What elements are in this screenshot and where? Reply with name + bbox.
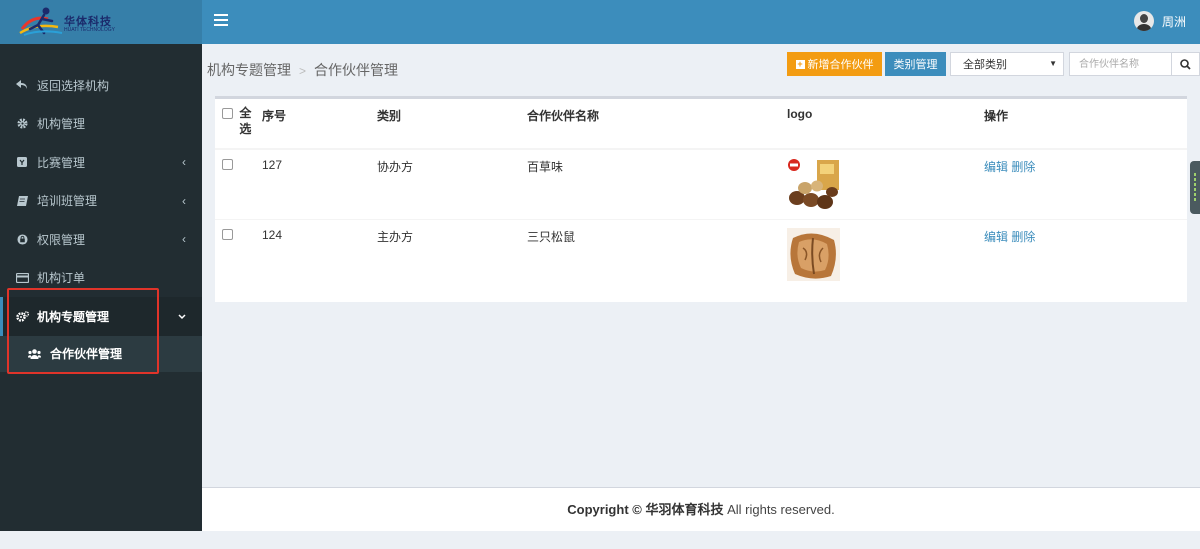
table-row: 124 主办方 三只松鼠 编辑 删除	[215, 219, 1187, 289]
sidebar-item-label: 返回选择机构	[37, 78, 110, 93]
select-all-checkbox[interactable]	[222, 108, 233, 119]
sidebar-menu: 返回选择机构 机构管理 比赛管理 ‹ 培训班管理 ‹ 权限管理 ‹ 机构订单 机…	[0, 44, 202, 372]
chevron-left-icon: ‹	[182, 193, 186, 208]
delete-link[interactable]: 删除	[1011, 230, 1035, 244]
brand-subtitle: HUATI TECHNOLOGY	[64, 27, 115, 33]
header-name: 合作伙伴名称	[527, 99, 787, 150]
caret-down-icon: ▼	[1049, 59, 1057, 68]
lock-icon	[15, 234, 29, 245]
row-checkbox-cell	[215, 219, 262, 289]
logo-area[interactable]: 华体科技 HUATI TECHNOLOGY	[0, 0, 202, 44]
sidebar-item-training[interactable]: 培训班管理 ‹	[0, 182, 202, 221]
gear-icon	[15, 118, 29, 129]
partners-table: 全选 序号 类别 合作伙伴名称 logo 操作 127 协办方 百草味 编辑 删…	[215, 99, 1187, 289]
avatar	[1133, 11, 1154, 31]
sidebar-item-label: 机构专题管理	[37, 309, 110, 324]
sidebar-item-label: 机构管理	[37, 117, 86, 132]
sidebar: 华体科技 HUATI TECHNOLOGY 返回选择机构 机构管理 比赛管理 ‹	[0, 0, 202, 531]
search-icon	[1180, 58, 1191, 70]
cell-ops: 编辑 删除	[984, 148, 1187, 220]
search-button[interactable]	[1171, 52, 1200, 76]
cell-logo	[787, 148, 984, 220]
chevron-left-icon: ‹	[182, 232, 186, 247]
sidebar-item-org[interactable]: 机构管理	[0, 105, 202, 144]
delete-link[interactable]: 删除	[1011, 160, 1035, 174]
badge-icon	[15, 157, 29, 168]
row-checkbox[interactable]	[222, 229, 233, 240]
category-manage-button[interactable]: 类别管理	[885, 52, 946, 76]
add-partner-button[interactable]: + 新增合作伙伴	[787, 52, 882, 76]
add-partner-label: 新增合作伙伴	[807, 59, 874, 71]
cell-name: 三只松鼠	[527, 219, 787, 289]
sidebar-toggle-icon[interactable]	[214, 14, 228, 28]
row-checkbox-cell	[215, 148, 262, 220]
breadcrumb-parent[interactable]: 机构专题管理	[207, 62, 291, 78]
sidebar-item-orders[interactable]: 机构订单	[0, 259, 202, 298]
table-row: 127 协办方 百草味 编辑 删除	[215, 148, 1187, 220]
sidebar-item-permission[interactable]: 权限管理 ‹	[0, 220, 202, 259]
chevron-down-icon	[178, 309, 186, 323]
sidebar-item-match[interactable]: 比赛管理 ‹	[0, 143, 202, 182]
breadcrumb-current: 合作伙伴管理	[314, 62, 399, 78]
breadcrumb: 机构专题管理 > 合作伙伴管理	[207, 60, 398, 80]
edit-link[interactable]: 编辑	[984, 160, 1008, 174]
book-icon	[15, 195, 29, 206]
sidebar-item-back[interactable]: 返回选择机构	[0, 66, 202, 105]
macadamia-nut-image	[787, 158, 840, 211]
runner-logo-icon	[19, 7, 63, 36]
category-filter-value: 全部类别	[963, 59, 1007, 71]
sidebar-item-label: 培训班管理	[37, 194, 98, 209]
top-navbar: 周洲	[202, 0, 1200, 44]
cell-name: 百草味	[527, 148, 787, 220]
footer-suffix: All rights reserved.	[723, 502, 835, 517]
chevron-left-icon: ‹	[182, 155, 186, 170]
cell-seq: 124	[262, 219, 377, 289]
user-name: 周洲	[1161, 14, 1186, 29]
partners-table-box: 全选 序号 类别 合作伙伴名称 logo 操作 127 协办方 百草味 编辑 删…	[215, 96, 1187, 302]
sidebar-subitem-partners[interactable]: 合作伙伴管理	[0, 335, 202, 372]
row-checkbox[interactable]	[222, 159, 233, 170]
cell-seq: 127	[262, 148, 377, 220]
header-select-all: 全选	[215, 99, 262, 150]
users-icon	[28, 348, 42, 359]
back-arrow-icon	[15, 80, 29, 90]
plus-icon: +	[795, 58, 805, 69]
footer-company: 华羽体育科技	[645, 502, 724, 517]
sidebar-subitem-label: 合作伙伴管理	[50, 347, 123, 361]
cell-category: 主办方	[377, 219, 527, 289]
user-menu[interactable]: 周洲	[1133, 11, 1186, 31]
header-seq: 序号	[262, 99, 377, 150]
partner-search-input[interactable]	[1069, 52, 1172, 76]
category-filter-select[interactable]: 全部类别 ▼	[950, 52, 1064, 76]
cell-logo	[787, 219, 984, 289]
header-logo: logo	[787, 99, 984, 150]
table-header-row: 全选 序号 类别 合作伙伴名称 logo 操作	[215, 99, 1187, 150]
footer: Copyright © 华羽体育科技 All rights reserved.	[202, 487, 1200, 531]
select-all-label: 全选	[239, 106, 252, 136]
content-header: 机构专题管理 > 合作伙伴管理 + 新增合作伙伴 类别管理 全部类别 ▼	[202, 44, 1200, 90]
category-manage-label: 类别管理	[893, 59, 938, 71]
breadcrumb-separator: >	[299, 64, 307, 78]
pecan-nut-image	[787, 228, 840, 281]
header-category: 类别	[377, 99, 527, 150]
side-handle[interactable]	[1190, 161, 1200, 214]
sidebar-item-label: 机构订单	[37, 271, 86, 286]
header-ops: 操作	[984, 99, 1187, 150]
sidebar-item-topics[interactable]: 机构专题管理	[0, 297, 202, 336]
sidebar-item-label: 比赛管理	[37, 155, 86, 170]
footer-prefix: Copyright ©	[567, 502, 646, 517]
cell-ops: 编辑 删除	[984, 219, 1187, 289]
cell-category: 协办方	[377, 148, 527, 220]
edit-link[interactable]: 编辑	[984, 230, 1008, 244]
credit-card-icon	[15, 272, 29, 283]
brand-logo: 华体科技 HUATI TECHNOLOGY	[18, 5, 118, 39]
gears-icon	[15, 311, 29, 322]
sidebar-item-label: 权限管理	[37, 232, 86, 247]
